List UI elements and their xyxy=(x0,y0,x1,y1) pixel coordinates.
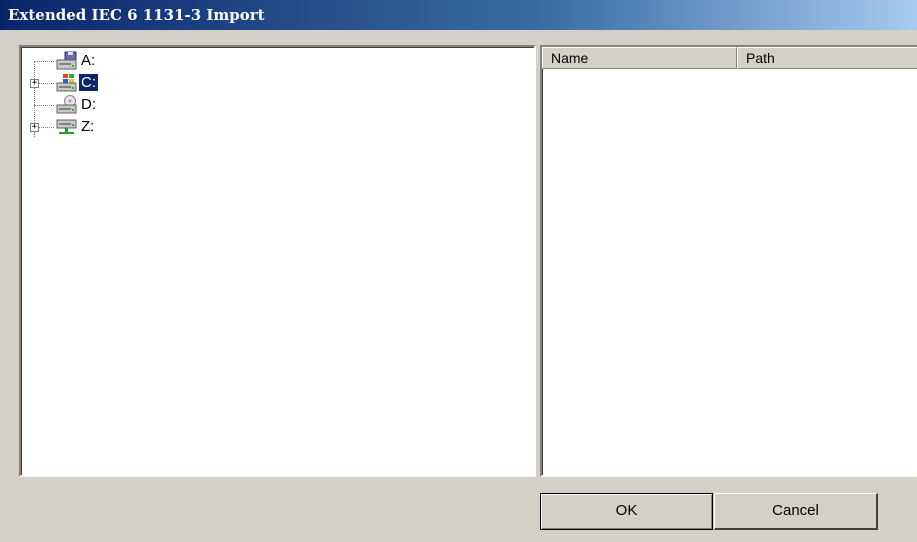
ok-button[interactable]: OK xyxy=(540,493,713,530)
window-title: Extended IEC 6 1131-3 Import xyxy=(8,6,265,24)
tree-item-label: Z: xyxy=(81,118,95,135)
column-header-path[interactable]: Path xyxy=(737,47,917,69)
tree-item-label: C: xyxy=(78,73,99,92)
tree-item-c-drive[interactable]: C: xyxy=(21,73,141,93)
tree-item-label: D: xyxy=(81,96,96,113)
list-column-headers: Name Path xyxy=(542,47,917,69)
title-bar[interactable]: Extended IEC 6 1131-3 Import xyxy=(0,0,917,30)
tree-item-d-drive[interactable]: D: xyxy=(21,95,141,115)
tree-item-z-drive[interactable]: Z: xyxy=(21,117,141,137)
column-header-name[interactable]: Name xyxy=(542,47,737,69)
network-drive-icon xyxy=(56,119,77,134)
floppy-drive-icon xyxy=(56,51,77,70)
file-list-view[interactable]: Name Path xyxy=(540,45,917,477)
drive-tree-view[interactable]: A: + C: D: + Z: xyxy=(19,45,536,477)
tree-item-label: A: xyxy=(81,52,96,69)
cancel-button[interactable]: Cancel xyxy=(714,493,878,530)
tree-item-a-drive[interactable]: A: xyxy=(21,51,141,71)
windows-drive-icon xyxy=(56,74,77,92)
cd-drive-icon xyxy=(56,95,77,114)
